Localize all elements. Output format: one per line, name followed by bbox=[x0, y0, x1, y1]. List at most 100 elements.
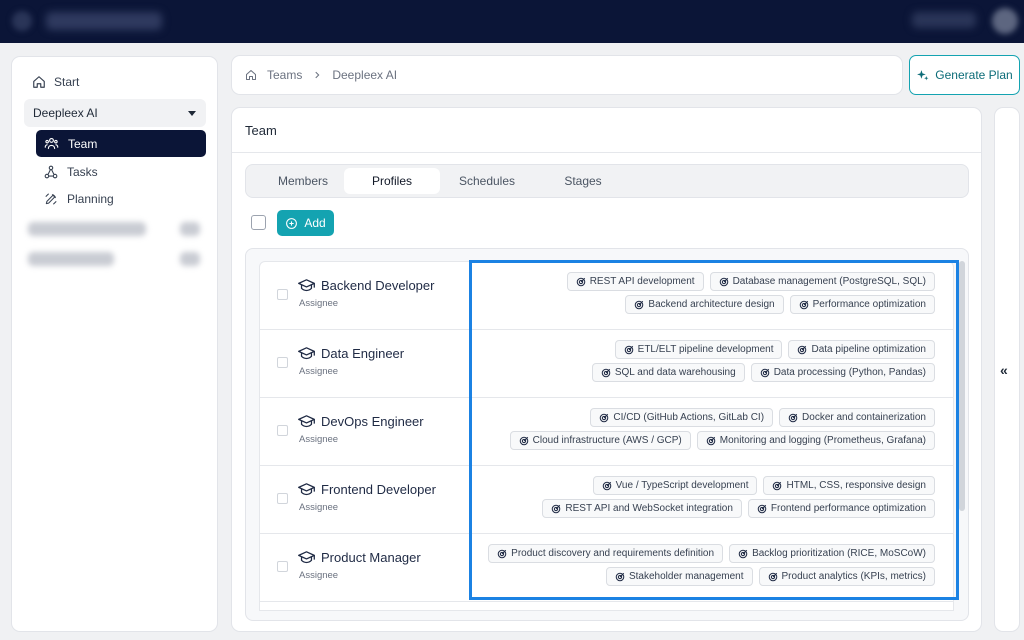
skill-chip: REST API and WebSocket integration bbox=[542, 499, 742, 518]
row-checkbox[interactable] bbox=[277, 493, 288, 504]
target-icon bbox=[615, 572, 625, 581]
profiles-table: Backend Developer Assignee REST API deve… bbox=[259, 261, 954, 611]
page-title: Team bbox=[245, 123, 277, 138]
tab-profiles[interactable]: Profiles bbox=[344, 168, 440, 194]
list-scrollbar[interactable] bbox=[959, 261, 965, 511]
user-avatar-blurred[interactable] bbox=[992, 8, 1018, 34]
skill-chip: ETL/ELT pipeline development bbox=[614, 340, 783, 359]
sidebar-item-team[interactable]: Team bbox=[36, 130, 206, 157]
skill-chip: Vue / TypeScript development bbox=[592, 476, 758, 495]
target-icon bbox=[719, 277, 728, 286]
role-title: Frontend Developer bbox=[321, 482, 436, 497]
target-icon bbox=[602, 481, 611, 490]
sidebar-item-tasks[interactable]: Tasks bbox=[36, 158, 206, 185]
graduation-cap-icon bbox=[298, 415, 315, 428]
skill-chip: Docker and containerization bbox=[779, 408, 935, 427]
app-title-blurred bbox=[46, 12, 162, 30]
row-checkbox[interactable] bbox=[277, 425, 288, 436]
skill-chip: REST API development bbox=[566, 272, 704, 291]
sidebar-item-label: Tasks bbox=[67, 164, 98, 179]
role-heading: Data Engineer bbox=[298, 346, 404, 361]
target-icon bbox=[768, 572, 777, 581]
profile-row-backend-developer[interactable]: Backend Developer Assignee REST API deve… bbox=[260, 262, 953, 330]
add-profile-button[interactable]: Add bbox=[277, 210, 334, 236]
team-icon bbox=[44, 137, 59, 150]
skill-list: Product discovery and requirements defin… bbox=[475, 544, 935, 586]
profile-row-data-engineer[interactable]: Data Engineer Assignee ETL/ELT pipeline … bbox=[260, 330, 953, 398]
role-heading: Frontend Developer bbox=[298, 482, 436, 497]
role-heading: DevOps Engineer bbox=[298, 414, 424, 429]
skill-chip: Data pipeline optimization bbox=[788, 340, 935, 359]
role-heading: Product Manager bbox=[298, 550, 421, 565]
chevron-right-icon bbox=[315, 71, 320, 79]
add-label: Add bbox=[304, 216, 326, 230]
skill-chip: HTML, CSS, responsive design bbox=[763, 476, 935, 495]
target-icon bbox=[798, 345, 807, 354]
profile-row-frontend-developer[interactable]: Frontend Developer Assignee Vue / TypeSc… bbox=[260, 466, 953, 534]
divider bbox=[232, 152, 981, 153]
user-name-blurred bbox=[912, 12, 976, 28]
sidebar: Start Deepleex AI Team Tasks Planning bbox=[11, 56, 218, 632]
tab-schedules[interactable]: Schedules bbox=[442, 168, 532, 194]
skill-chip: Frontend performance optimization bbox=[747, 499, 935, 518]
tab-stages[interactable]: Stages bbox=[538, 168, 628, 194]
target-icon bbox=[601, 368, 611, 377]
target-icon bbox=[635, 300, 644, 309]
right-panel: « bbox=[994, 107, 1020, 632]
blurred-item bbox=[180, 252, 200, 266]
organization-select[interactable]: Deepleex AI bbox=[24, 99, 206, 127]
skill-chip: Backlog prioritization (RICE, MoSCoW) bbox=[729, 544, 935, 563]
role-subtitle: Assignee bbox=[299, 434, 339, 445]
skill-list: ETL/ELT pipeline development Data pipeli… bbox=[475, 340, 935, 382]
target-icon bbox=[760, 368, 769, 377]
breadcrumb-teams[interactable]: Teams bbox=[267, 68, 302, 82]
generate-plan-button[interactable]: Generate Plan bbox=[909, 55, 1020, 95]
skill-chip: Product analytics (KPIs, metrics) bbox=[758, 567, 935, 586]
caret-down-icon bbox=[188, 110, 196, 116]
target-icon bbox=[788, 413, 798, 422]
target-icon bbox=[600, 413, 609, 422]
target-icon bbox=[706, 436, 716, 445]
graduation-cap-icon bbox=[298, 347, 315, 360]
expand-panel-icon[interactable]: « bbox=[1000, 362, 1008, 378]
skill-list: Vue / TypeScript development HTML, CSS, … bbox=[475, 476, 935, 518]
home-icon[interactable] bbox=[245, 69, 257, 81]
target-icon bbox=[624, 345, 633, 354]
graduation-cap-icon bbox=[298, 483, 315, 496]
target-icon bbox=[799, 300, 808, 309]
row-checkbox[interactable] bbox=[277, 561, 288, 572]
profiles-list: Backend Developer Assignee REST API deve… bbox=[245, 248, 969, 621]
profile-row-devops-engineer[interactable]: DevOps Engineer Assignee CI/CD (GitHub A… bbox=[260, 398, 953, 466]
skill-chip: Database management (PostgreSQL, SQL) bbox=[709, 272, 935, 291]
sidebar-item-planning[interactable]: Planning bbox=[36, 185, 206, 212]
top-bar bbox=[0, 0, 1024, 43]
team-panel: Team Members Profiles Schedules Stages A… bbox=[231, 107, 982, 632]
role-title: Data Engineer bbox=[321, 346, 405, 361]
skill-chip: SQL and data warehousing bbox=[591, 363, 745, 382]
skill-chip: CI/CD (GitHub Actions, GitLab CI) bbox=[590, 408, 774, 427]
role-subtitle: Assignee bbox=[299, 502, 339, 513]
select-all-checkbox[interactable] bbox=[251, 215, 266, 230]
tasks-icon bbox=[44, 165, 58, 178]
role-subtitle: Assignee bbox=[299, 570, 339, 581]
role-title: Product Manager bbox=[321, 550, 421, 565]
role-title: DevOps Engineer bbox=[321, 414, 424, 429]
graduation-cap-icon bbox=[298, 551, 315, 564]
nav-start[interactable]: Start bbox=[32, 75, 79, 89]
plus-circle-icon bbox=[286, 217, 298, 229]
organization-name: Deepleex AI bbox=[33, 106, 98, 120]
skill-list: REST API development Database management… bbox=[475, 272, 935, 314]
target-icon bbox=[576, 277, 585, 286]
target-icon bbox=[738, 549, 748, 558]
target-icon bbox=[757, 504, 767, 513]
breadcrumb-current: Deepleex AI bbox=[332, 68, 398, 82]
app-logo-blurred bbox=[12, 11, 32, 31]
target-icon bbox=[497, 549, 507, 558]
tab-members[interactable]: Members bbox=[258, 168, 348, 194]
profile-row-product-manager[interactable]: Product Manager Assignee Product discove… bbox=[260, 534, 953, 602]
generate-plan-label: Generate Plan bbox=[935, 68, 1013, 82]
row-checkbox[interactable] bbox=[277, 289, 288, 300]
skill-chip: Product discovery and requirements defin… bbox=[488, 544, 724, 563]
skill-chip: Cloud infrastructure (AWS / GCP) bbox=[509, 431, 691, 450]
row-checkbox[interactable] bbox=[277, 357, 288, 368]
